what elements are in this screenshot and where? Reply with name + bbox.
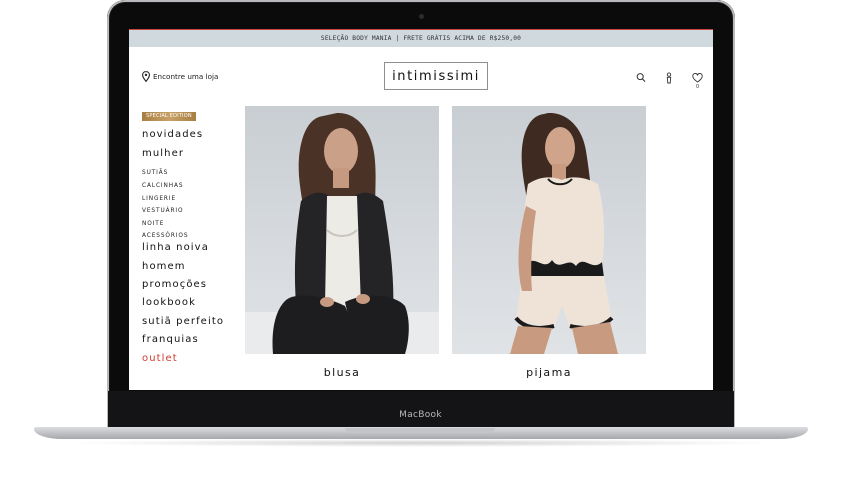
nav-franquias[interactable]: franquias	[142, 334, 199, 345]
nav-sub-calcinhas[interactable]: CALCINHAS	[142, 183, 183, 189]
brand-logo[interactable]: intimissimi	[384, 62, 488, 90]
nav-sub-vestuario[interactable]: VESTUÁRIO	[142, 208, 183, 214]
heart-icon[interactable]	[692, 69, 703, 83]
promo-bar[interactable]: SELEÇÃO BODY MANIA | FRETE GRÁTIS ACIMA …	[129, 29, 713, 47]
nav-promocoes[interactable]: promoções	[142, 279, 207, 290]
location-pin-icon	[142, 70, 150, 82]
header-icons	[636, 68, 703, 84]
product-label-pijama[interactable]: pijama	[452, 366, 646, 379]
camera-dot	[419, 14, 424, 19]
product-image-pijama[interactable]	[452, 106, 646, 354]
search-icon[interactable]	[636, 69, 646, 82]
nav-linha-noiva[interactable]: linha noiva	[142, 242, 209, 253]
store-locator-link[interactable]: Encontre uma loja	[142, 70, 218, 82]
device-label: MacBook	[399, 410, 442, 420]
wishlist-count: 0	[696, 84, 700, 90]
nav-sub-lingerie[interactable]: LINGERIE	[142, 196, 176, 202]
nav-mulher[interactable]: mulher	[142, 148, 184, 159]
nav-outlet[interactable]: outlet	[142, 353, 178, 364]
screen: SELEÇÃO BODY MANIA | FRETE GRÁTIS ACIMA …	[129, 29, 713, 390]
base-notch	[345, 428, 495, 433]
nav-sub-acessorios[interactable]: ACESSÓRIOS	[142, 233, 188, 239]
special-edition-badge[interactable]: SPECIAL EDITION	[142, 112, 196, 121]
store-locator-label: Encontre uma loja	[153, 71, 219, 81]
nav-lookbook[interactable]: lookbook	[142, 297, 196, 308]
nav-sub-noite[interactable]: NOITE	[142, 221, 164, 227]
product-image-blusa[interactable]	[245, 106, 439, 354]
nav-sutia-perfeito[interactable]: sutiã perfeito	[142, 316, 224, 327]
nav-homem[interactable]: homem	[142, 261, 186, 272]
user-icon[interactable]	[664, 69, 674, 84]
nav-sub-sutias[interactable]: SUTIÃS	[142, 170, 168, 176]
nav-novidades[interactable]: novidades	[142, 129, 203, 140]
base-shadow	[60, 439, 782, 447]
product-label-blusa[interactable]: blusa	[245, 366, 439, 379]
